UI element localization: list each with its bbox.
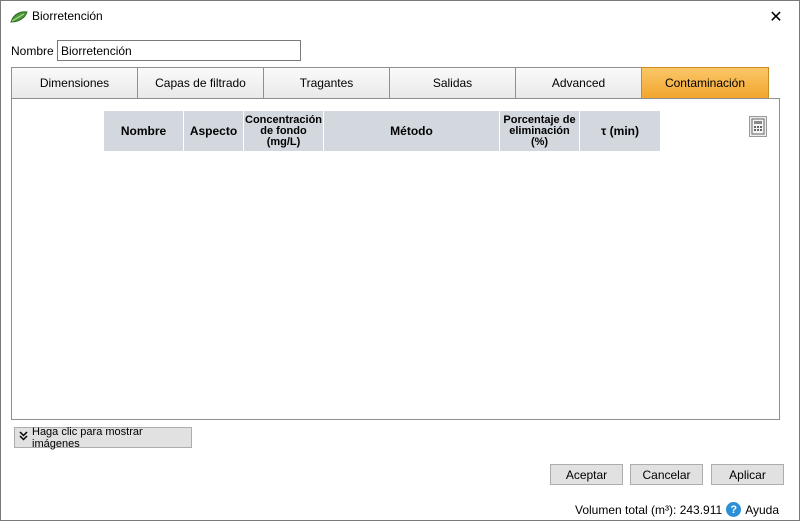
tab-label: Dimensiones — [39, 76, 110, 90]
leaf-icon — [10, 10, 28, 24]
show-images-button[interactable]: Haga clic para mostrar imágenes — [14, 425, 192, 450]
tab-label: Contaminación — [664, 76, 746, 90]
column-header-nombre[interactable]: Nombre — [104, 111, 184, 151]
tab-contaminacion[interactable]: Contaminación — [641, 67, 769, 99]
tab-tragantes[interactable]: Tragantes — [263, 67, 389, 99]
cancel-button[interactable]: Cancelar — [630, 464, 703, 485]
tab-advanced[interactable]: Advanced — [515, 67, 641, 99]
accept-button[interactable]: Aceptar — [550, 464, 623, 485]
help-link[interactable]: Ayuda — [745, 503, 779, 517]
status-bar: Volumen total (m³): 243.911 ? Ayuda — [575, 502, 779, 517]
name-field[interactable] — [57, 40, 301, 61]
double-chevron-down-icon — [19, 431, 28, 444]
title-bar: Biorretención ✕ — [1, 1, 799, 32]
tab-label: Capas de filtrado — [155, 76, 246, 90]
tab-label: Salidas — [432, 76, 473, 90]
total-volume-text: Volumen total (m³): 243.911 — [575, 502, 723, 517]
tab-label: Advanced — [551, 76, 606, 90]
calculator-icon — [750, 118, 766, 139]
column-header-concentracion[interactable]: Concentración de fondo (mg/L) — [244, 111, 324, 151]
close-icon: ✕ — [769, 8, 783, 26]
window-title: Biorretención — [32, 9, 103, 23]
close-button[interactable]: ✕ — [753, 1, 799, 32]
tab-dimensiones[interactable]: Dimensiones — [11, 67, 137, 99]
column-header-tau[interactable]: τ (min) — [580, 111, 661, 151]
column-header-aspecto[interactable]: Aspecto — [184, 111, 244, 151]
name-label: Nombre — [11, 44, 54, 58]
column-header-porcentaje[interactable]: Porcentaje de eliminación (%) — [500, 111, 580, 151]
tab-strip: Dimensiones Capas de filtrado Tragantes … — [11, 67, 769, 99]
calculator-button[interactable] — [749, 116, 767, 137]
grid-header: Nombre Aspecto Concentración de fondo (m… — [104, 111, 661, 151]
tab-salidas[interactable]: Salidas — [389, 67, 515, 99]
tab-capas-de-filtrado[interactable]: Capas de filtrado — [137, 67, 263, 99]
tab-label: Tragantes — [299, 76, 354, 90]
dialog-window: Biorretención ✕ Nombre Dimensiones Capas… — [0, 0, 800, 521]
help-icon[interactable]: ? — [726, 502, 742, 517]
column-header-metodo[interactable]: Método — [324, 111, 500, 151]
tab-panel-contaminacion: Nombre Aspecto Concentración de fondo (m… — [11, 98, 780, 420]
apply-button[interactable]: Aplicar — [711, 464, 784, 485]
show-images-label: Haga clic para mostrar imágenes — [32, 425, 143, 450]
